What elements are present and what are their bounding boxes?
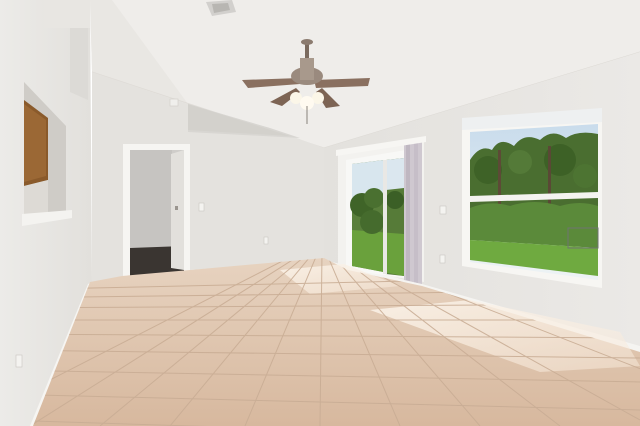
room-photo — [0, 0, 640, 426]
wall-outlet — [263, 236, 269, 245]
sliding-glass-door — [336, 136, 426, 284]
smoke-detector — [169, 98, 179, 107]
wall-outlet — [439, 254, 446, 264]
open-doorway — [123, 144, 190, 276]
light-switch — [198, 202, 205, 212]
picture-window — [462, 108, 602, 288]
wall-outlet — [15, 354, 23, 368]
light-switch — [439, 205, 447, 215]
